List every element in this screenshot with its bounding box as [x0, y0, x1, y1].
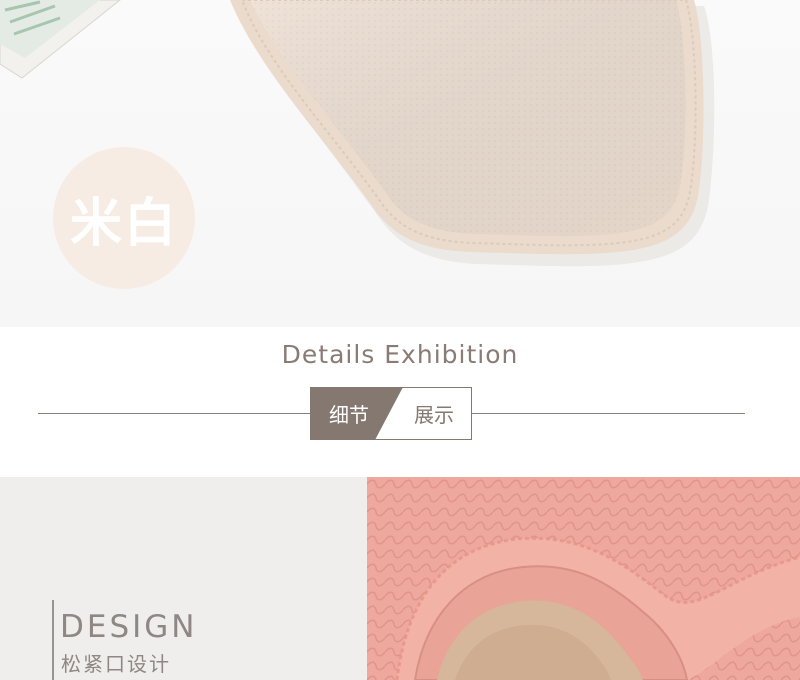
section-title: Details Exhibition — [281, 340, 519, 369]
product-photo-pink — [367, 477, 800, 680]
decor-card — [0, 0, 121, 79]
tag-label-detail: 细节 — [329, 403, 369, 427]
accent-bar — [52, 600, 54, 680]
product-photo-cream: 米白 — [0, 0, 800, 327]
pink-sponge-closeup — [367, 477, 800, 680]
tag-label-display: 展示 — [414, 403, 454, 427]
divider-left — [38, 413, 310, 414]
detail-text-panel — [0, 477, 367, 680]
section-tag: 细节 展示 — [310, 387, 472, 440]
divider-right — [472, 413, 745, 414]
color-label: 米白 — [69, 193, 178, 254]
color-badge: 米白 — [53, 147, 195, 289]
design-title: DESIGN — [60, 609, 198, 645]
design-subtitle: 松紧口设计 — [61, 652, 171, 676]
